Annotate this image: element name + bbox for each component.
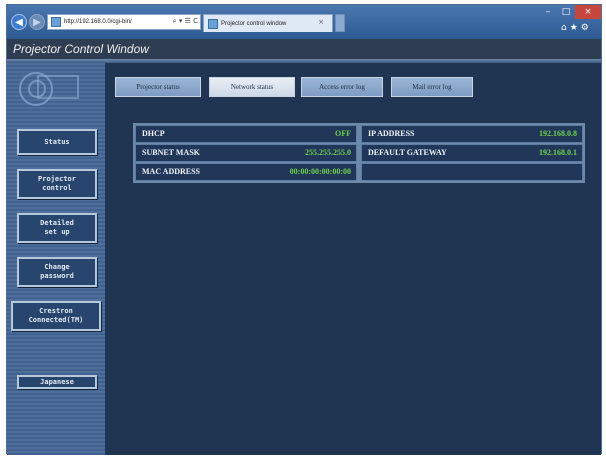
sidebar-item-label: Projector control (38, 175, 76, 192)
sidebar-crestron-connected-button[interactable]: Crestron Connected(TM) (11, 301, 101, 331)
sidebar-item-label: Japanese (40, 377, 74, 386)
mac-address-row: MAC ADDRESS 00:00:00:00:00:00 (135, 163, 357, 181)
sidebar-item-label: Change password (40, 263, 74, 280)
subnet-mask-row: SUBNET MASK 255.255.255.0 (135, 144, 357, 162)
projector-logo-icon (7, 63, 105, 113)
sidebar-item-label: Detailed set up (40, 219, 74, 236)
ip-address-row: IP ADDRESS 192.168.0.8 (361, 125, 583, 143)
favorites-star-icon[interactable]: ★ (570, 23, 581, 33)
minimize-icon[interactable]: – (539, 5, 557, 19)
page-icon (51, 17, 61, 27)
sidebar-change-password-button[interactable]: Change password (17, 257, 97, 287)
default-gateway-value: 192.168.0.1 (539, 148, 577, 157)
forward-arrow-icon[interactable]: ▶ (29, 14, 45, 30)
browser-titlebar: ◀ ▶ http://192.168.0.0/cgi-bin/ ⌕ ▾ ☰ C … (7, 5, 601, 39)
sidebar-detailed-setup-button[interactable]: Detailed set up (17, 213, 97, 243)
subnet-mask-label: SUBNET MASK (142, 148, 200, 157)
tab-page-icon (208, 18, 218, 29)
sidebar-item-label: Status (44, 137, 70, 146)
logo-rectangle (37, 75, 79, 99)
tab-access-error-log[interactable]: Access error log (301, 77, 383, 97)
tab-projector-status[interactable]: Projector status (115, 77, 201, 97)
default-gateway-label: DEFAULT GATEWAY (368, 148, 447, 157)
url-text: http://192.168.0.0/cgi-bin/ (64, 19, 132, 25)
browser-tab[interactable]: Projector control window × (203, 14, 333, 32)
back-arrow-icon[interactable]: ◀ (11, 14, 27, 30)
sidebar-projector-control-button[interactable]: Projector control (17, 169, 97, 199)
mac-address-value: 00:00:00:00:00:00 (289, 167, 351, 176)
home-icon[interactable]: ⌂ (561, 23, 570, 33)
browser-window: ◀ ▶ http://192.168.0.0/cgi-bin/ ⌕ ▾ ☰ C … (6, 4, 602, 455)
address-bar-tools[interactable]: ⌕ ▾ ☰ C (173, 17, 198, 26)
new-tab-button[interactable] (335, 14, 345, 32)
dhcp-value: OFF (335, 129, 351, 138)
default-gateway-row: DEFAULT GATEWAY 192.168.0.1 (361, 144, 583, 162)
subnet-mask-value: 255.255.255.0 (305, 148, 351, 157)
toolbar-icons[interactable]: ⌂★⚙ (561, 23, 592, 33)
ip-address-label: IP ADDRESS (368, 129, 415, 138)
settings-gear-icon[interactable]: ⚙ (581, 23, 592, 33)
main-content: Projector status Network status Access e… (105, 63, 601, 455)
sidebar-status-button[interactable]: Status (17, 129, 97, 155)
tab-title: Projector control window (221, 20, 287, 27)
mac-address-label: MAC ADDRESS (142, 167, 201, 176)
tab-network-status[interactable]: Network status (209, 77, 295, 97)
tab-mail-error-log[interactable]: Mail error log (391, 77, 473, 97)
maximize-icon[interactable]: □ (557, 5, 575, 19)
sidebar: Status Projector control Detailed set up… (7, 63, 105, 455)
address-bar[interactable]: http://192.168.0.0/cgi-bin/ ⌕ ▾ ☰ C (47, 14, 201, 30)
ip-address-value: 192.168.0.8 (539, 129, 577, 138)
network-status-panel: DHCP OFF IP ADDRESS 192.168.0.8 SUBNET M… (133, 123, 585, 183)
tab-close-icon[interactable]: × (318, 18, 324, 26)
dhcp-row: DHCP OFF (135, 125, 357, 143)
sidebar-item-label: Crestron Connected(TM) (28, 307, 84, 324)
page-header: Projector Control Window (7, 39, 601, 59)
close-icon[interactable]: × (575, 5, 601, 19)
dhcp-label: DHCP (142, 129, 165, 138)
page-title: Projector Control Window (13, 42, 149, 56)
sidebar-japanese-button[interactable]: Japanese (17, 375, 97, 389)
empty-cell (361, 163, 583, 181)
